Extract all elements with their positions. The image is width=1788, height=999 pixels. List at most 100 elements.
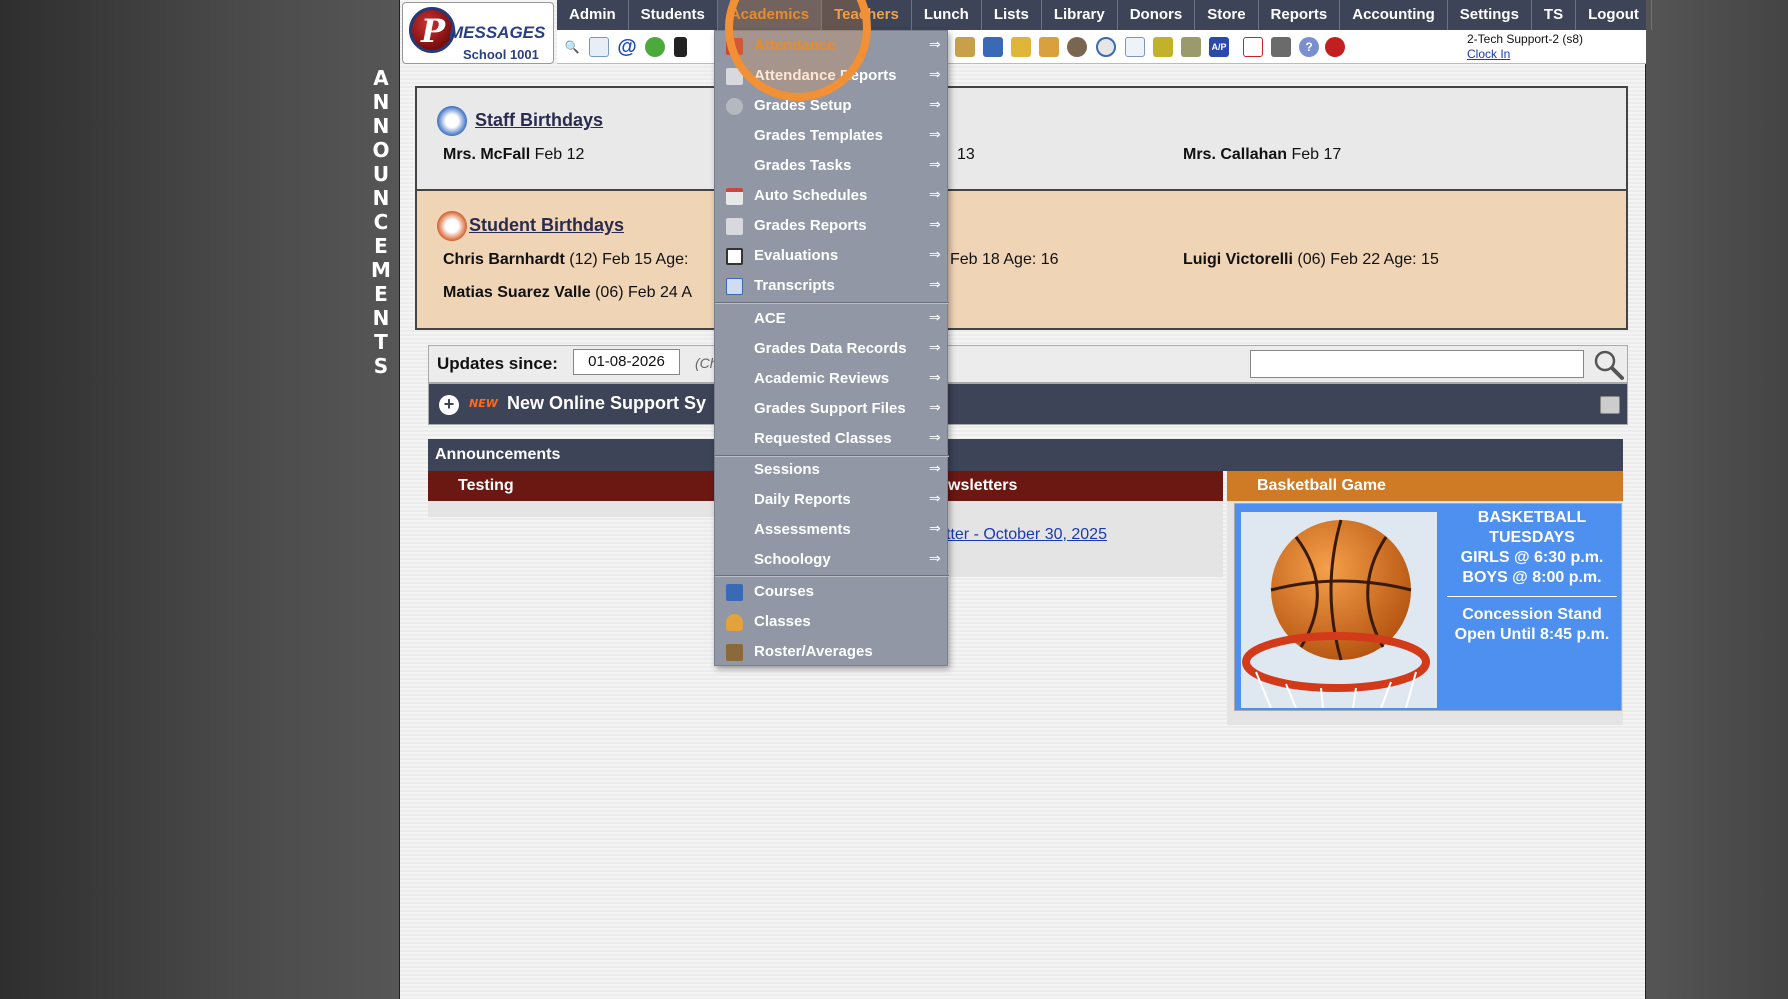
calendar-icon	[726, 38, 743, 55]
bell-icon[interactable]	[1011, 37, 1031, 57]
online-support-bar[interactable]: + NEW New Online Support Sy	[428, 383, 1628, 425]
calendar-grid-icon[interactable]	[589, 37, 609, 57]
nav-reports[interactable]: Reports	[1259, 0, 1341, 30]
nav-academics[interactable]: Academics	[717, 0, 823, 30]
menu-item-transcripts[interactable]: Transcripts ⇒	[715, 271, 949, 301]
banner-letter: M	[371, 258, 391, 282]
logo-text: MESSAGES	[449, 23, 546, 42]
menu-item-evaluations[interactable]: Evaluations ⇒	[715, 241, 949, 271]
printer-icon	[726, 218, 743, 235]
nav-admin[interactable]: Admin	[557, 0, 629, 30]
student-birthdays-panel: Student Birthdays Chris Barnhardt (12) F…	[415, 190, 1628, 330]
ap-icon[interactable]: A/P	[1209, 37, 1229, 57]
user-name: 2-Tech Support-2 (s8)	[1467, 32, 1584, 46]
nav-store[interactable]: Store	[1195, 0, 1259, 30]
menu-item-attendance-reports[interactable]: Attendance Reports ⇒	[715, 61, 949, 91]
updates-since-label: Updates since:	[437, 354, 558, 373]
menu-item-classes[interactable]: Classes	[715, 607, 949, 637]
nav-students[interactable]: Students	[629, 0, 718, 30]
clock-icon[interactable]	[1096, 37, 1116, 57]
banner-letter: O	[372, 138, 390, 162]
new-badge: NEW	[469, 397, 498, 410]
updates-date-input[interactable]: 01-08-2026	[573, 349, 680, 375]
people-icon[interactable]	[1067, 37, 1087, 57]
email-at-icon[interactable]: @	[617, 36, 637, 58]
announcement-testing-header[interactable]: Testing	[428, 471, 714, 501]
logo[interactable]: P MESSAGES School 1001	[402, 2, 554, 64]
menu-item-courses[interactable]: Courses	[715, 577, 949, 607]
table-icon[interactable]	[1125, 37, 1145, 57]
menu-item-sessions[interactable]: Sessions ⇒	[715, 455, 949, 485]
top-navigation: Admin Students Academics Teachers Lunch …	[557, 0, 1652, 30]
banner-letter: N	[372, 306, 390, 330]
student-birthdays-title[interactable]: Student Birthdays	[469, 215, 624, 236]
banner-letter: N	[372, 186, 390, 210]
menu-item-daily-reports[interactable]: Daily Reports ⇒	[715, 485, 949, 515]
menu-item-assessments[interactable]: Assessments ⇒	[715, 515, 949, 545]
staff-birthday-entry: Mrs. Callahan Feb 17	[1183, 146, 1342, 163]
school-name: School 1001	[463, 47, 539, 62]
menu-item-grades-reports[interactable]: Grades Reports ⇒	[715, 211, 949, 241]
staff-birthdays-title[interactable]: Staff Birthdays	[475, 110, 603, 131]
announcements-header: Announcements	[428, 439, 1623, 471]
nav-donors[interactable]: Donors	[1118, 0, 1196, 30]
menu-item-academic-reviews[interactable]: Academic Reviews ⇒	[715, 364, 949, 394]
search-icon[interactable]: 🔍	[562, 37, 582, 57]
money-icon[interactable]	[1271, 37, 1291, 57]
power-icon[interactable]	[1325, 37, 1345, 57]
announcement-basketball-header[interactable]: Basketball Game	[1227, 471, 1623, 501]
announcements-vertical-banner[interactable]: A N N O U N C E M E N T S	[366, 66, 396, 378]
menu-item-ace[interactable]: ACE ⇒	[715, 304, 949, 334]
lunch-icon[interactable]	[955, 37, 975, 57]
staff-birthday-entry: 13	[957, 146, 975, 163]
menu-item-grades-support-files[interactable]: Grades Support Files ⇒	[715, 394, 949, 424]
printer-icon[interactable]	[1181, 37, 1201, 57]
menu-item-grades-tasks[interactable]: Grades Tasks ⇒	[715, 151, 949, 181]
book-icon[interactable]	[983, 37, 1003, 57]
roster-icon	[726, 644, 743, 661]
menu-item-attendance[interactable]: Attendance ⇒	[715, 31, 949, 61]
bb-line: Concession Stand	[1462, 606, 1602, 623]
nav-lists[interactable]: Lists	[982, 0, 1042, 30]
export-icon[interactable]	[1039, 37, 1059, 57]
newsletter-link[interactable]: tter - October 30, 2025	[946, 526, 1107, 544]
calendar-clock-icon	[726, 188, 743, 205]
person-icon	[726, 614, 743, 631]
banner-letter: S	[373, 354, 389, 378]
menu-item-schoology[interactable]: Schoology ⇒	[715, 545, 949, 575]
search-icon[interactable]	[1593, 349, 1625, 381]
announcement-newsletters-header[interactable]: wsletters	[948, 471, 1223, 501]
card-icon[interactable]	[1153, 37, 1173, 57]
nav-accounting[interactable]: Accounting	[1340, 0, 1448, 30]
menu-item-grades-setup[interactable]: Grades Setup ⇒	[715, 91, 949, 121]
nav-library[interactable]: Library	[1042, 0, 1118, 30]
nav-teachers[interactable]: Teachers	[822, 0, 912, 30]
pdf-icon[interactable]	[1243, 37, 1263, 57]
banner-letter: U	[372, 162, 390, 186]
menu-item-roster-averages[interactable]: Roster/Averages	[715, 637, 949, 667]
banner-letter: A	[373, 66, 389, 90]
nav-ts[interactable]: TS	[1532, 0, 1577, 30]
student-birthday-entry: Luigi Victorelli (06) Feb 22 Age: 15	[1183, 251, 1439, 268]
menu-item-grades-data-records[interactable]: Grades Data Records ⇒	[715, 334, 949, 364]
mobile-phone-icon[interactable]	[674, 37, 687, 57]
menu-item-requested-classes[interactable]: Requested Classes ⇒	[715, 424, 949, 454]
menu-item-grades-templates[interactable]: Grades Templates ⇒	[715, 121, 949, 151]
nav-logout[interactable]: Logout	[1576, 0, 1652, 30]
academics-dropdown-menu: Attendance ⇒ Attendance Reports ⇒ Grades S…	[714, 30, 949, 667]
chat-icon[interactable]	[645, 37, 665, 57]
help-icon[interactable]: ?	[1299, 37, 1319, 57]
gear-icon	[726, 98, 743, 115]
user-info: 2-Tech Support-2 (s8) Clock In	[1467, 32, 1583, 62]
search-input[interactable]	[1250, 350, 1584, 378]
clock-in-link[interactable]: Clock In	[1467, 47, 1583, 62]
right-background	[1646, 0, 1788, 999]
menu-item-auto-schedules[interactable]: Auto Schedules ⇒	[715, 181, 949, 211]
printer-icon[interactable]	[1600, 396, 1620, 414]
banner-letter: E	[374, 234, 388, 258]
bb-line: BOYS @ 8:00 p.m.	[1462, 569, 1602, 586]
expand-plus-icon[interactable]: +	[439, 395, 459, 415]
nav-lunch[interactable]: Lunch	[912, 0, 982, 30]
nav-settings[interactable]: Settings	[1448, 0, 1532, 30]
left-background	[0, 0, 399, 999]
